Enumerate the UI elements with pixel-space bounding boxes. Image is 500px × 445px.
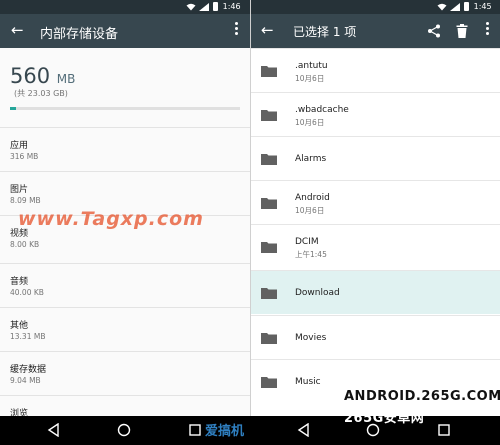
folder-row-selected[interactable]: Download <box>251 270 500 314</box>
recents-nav-icon[interactable] <box>188 423 202 437</box>
status-time-right: 1:45 <box>473 2 492 11</box>
used-unit: MB <box>56 72 76 86</box>
status-time-left: 1:46 <box>222 2 241 11</box>
status-bar-right: 1:45 <box>251 0 500 14</box>
folder-row[interactable]: .antutu 10月6日 <box>251 48 500 92</box>
folder-name: .antutu <box>295 61 328 71</box>
category-name: 音频 <box>10 277 29 287</box>
overflow-menu-icon[interactable] <box>235 22 239 36</box>
folder-date: 上午1:45 <box>295 250 327 259</box>
wifi-icon <box>437 3 447 10</box>
folder-name: Download <box>295 288 340 298</box>
status-icons-left: 1:46 <box>186 0 241 14</box>
folder-date: 10月6日 <box>295 74 325 83</box>
file-list-pane: 1:45 ← 已选择 1 项 .antutu 10月6日 .wbadcache … <box>250 0 500 445</box>
status-bar-left: 1:46 <box>0 0 250 14</box>
brand-watermark: 265G安卓网 <box>344 411 425 426</box>
status-icons-right: 1:45 <box>437 0 492 14</box>
folder-icon <box>261 288 277 299</box>
recents-nav-icon[interactable] <box>437 423 451 437</box>
back-nav-icon[interactable] <box>47 423 61 437</box>
category-audio[interactable]: 音频 40.00 KB <box>0 263 250 306</box>
used-space: 560 MB <box>10 64 75 88</box>
battery-icon <box>213 2 219 11</box>
category-size: 316 MB <box>10 152 39 161</box>
total-space: (共 23.03 GB) <box>14 89 68 98</box>
usage-progress-bar <box>10 107 240 110</box>
folder-row[interactable]: .wbadcache 10月6日 <box>251 92 500 136</box>
back-nav-icon[interactable] <box>297 423 311 437</box>
folder-row[interactable]: Movies <box>251 315 500 359</box>
storage-summary: 560 MB (共 23.03 GB) <box>0 48 250 126</box>
folder-name: Android <box>295 193 330 203</box>
usage-progress-fill <box>10 107 16 110</box>
folder-icon <box>261 110 277 121</box>
site-watermark: www.Tagxp.com <box>18 208 204 230</box>
category-size: 8.00 KB <box>10 240 40 249</box>
selection-title: 已选择 1 项 <box>293 25 357 39</box>
used-value: 560 <box>10 64 51 88</box>
folder-icon <box>261 242 277 253</box>
category-other[interactable]: 其他 13.31 MB <box>0 307 250 350</box>
category-size: 8.09 MB <box>10 196 41 205</box>
back-arrow-icon[interactable]: ← <box>11 23 25 38</box>
screenshot-root: 1:46 ← 内部存储设备 560 MB (共 23.03 GB) 应用 316… <box>0 0 500 445</box>
storage-title: 内部存储设备 <box>40 27 119 42</box>
aigaoji-watermark: 爱搞机 <box>205 424 245 439</box>
category-size: 9.04 MB <box>10 376 41 385</box>
category-name: 图片 <box>10 185 29 195</box>
folder-name: DCIM <box>295 237 319 247</box>
wifi-icon <box>186 3 196 10</box>
folder-row[interactable]: Alarms <box>251 136 500 180</box>
folder-row[interactable]: DCIM 上午1:45 <box>251 224 500 268</box>
folder-icon <box>261 377 277 388</box>
navigation-bar <box>0 416 500 445</box>
category-size: 40.00 KB <box>10 288 44 297</box>
folder-name: .wbadcache <box>295 105 349 115</box>
folder-icon <box>261 198 277 209</box>
category-name: 其他 <box>10 321 29 331</box>
category-apps[interactable]: 应用 316 MB <box>0 127 250 170</box>
category-cache[interactable]: 缓存数据 9.04 MB <box>0 351 250 394</box>
storage-app-bar: ← 内部存储设备 <box>0 14 250 48</box>
folder-name: Movies <box>295 333 327 343</box>
folder-icon <box>261 333 277 344</box>
category-name: 应用 <box>10 141 29 151</box>
folder-name: Alarms <box>295 154 327 164</box>
signal-icon <box>449 2 460 11</box>
android265g-watermark: ANDROID.265G.COM <box>344 389 500 404</box>
folder-date: 10月6日 <box>295 206 325 215</box>
folder-name: Music <box>295 377 321 387</box>
selection-app-bar: ← 已选择 1 项 <box>251 14 500 48</box>
home-nav-icon[interactable] <box>117 423 131 437</box>
folder-icon <box>261 66 277 77</box>
share-icon[interactable] <box>427 24 441 38</box>
folder-row[interactable]: Android 10月6日 <box>251 180 500 224</box>
category-size: 13.31 MB <box>10 332 46 341</box>
back-arrow-icon[interactable]: ← <box>261 23 274 38</box>
delete-icon[interactable] <box>456 24 468 38</box>
overflow-menu-icon[interactable] <box>486 22 490 36</box>
category-name: 缓存数据 <box>10 365 47 375</box>
folder-icon <box>261 154 277 165</box>
signal-icon <box>198 2 209 11</box>
folder-date: 10月6日 <box>295 118 325 127</box>
battery-icon <box>464 2 470 11</box>
